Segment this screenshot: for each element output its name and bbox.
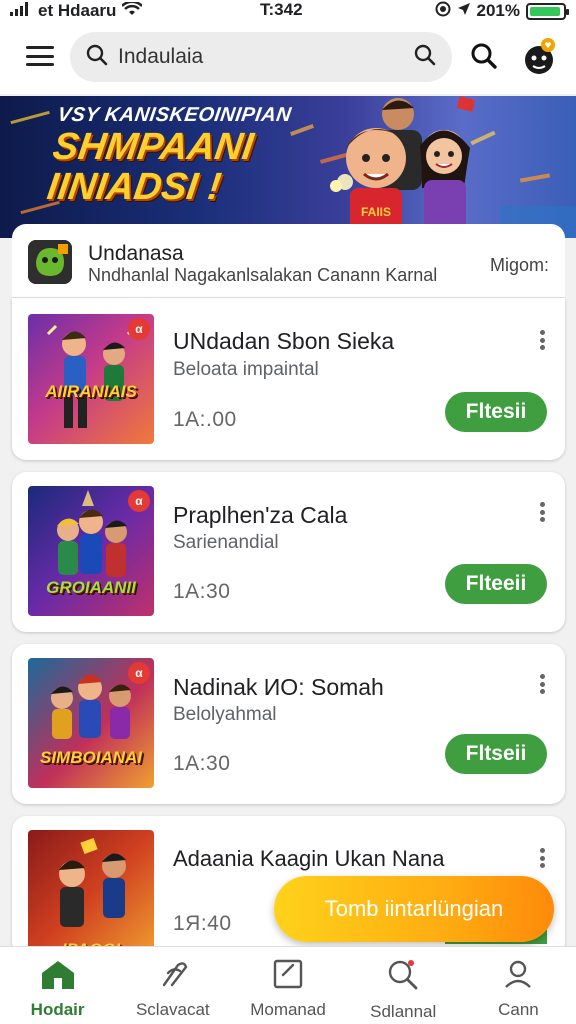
game-time: 1Я:40 (173, 912, 232, 935)
game-thumbnail[interactable]: α SIMBOIANAI (28, 658, 154, 788)
battery-percent: 201% (476, 1, 520, 20)
nav-item-notes[interactable]: Momanad (230, 947, 345, 1024)
game-title[interactable]: Adaania Kaagin Ukan Nana (173, 846, 445, 872)
search-input[interactable] (108, 45, 414, 69)
banner-subtitle: VSY KANISKEOINIPIAN (56, 104, 293, 126)
game-thumbnail[interactable]: α GROIAANII (28, 486, 154, 616)
profile-icon[interactable]: ♥ (522, 36, 556, 76)
list-header-title: Undanasa (88, 242, 184, 265)
banner-title-line2: IINIADSI ! (44, 166, 224, 208)
note-icon (273, 959, 303, 994)
game-badge: α (128, 318, 150, 340)
nav-item-home[interactable]: Hodair (0, 947, 115, 1024)
nav-label: Sclavacat (135, 1000, 210, 1019)
bottom-navigation: Hodair Sclavacat Momanad Sdlannal Cann (0, 946, 576, 1024)
nav-label: Momanad (250, 1000, 326, 1019)
game-list-header: Undanasa Nndhanlal Nagakanlsalakan Canan… (12, 224, 565, 298)
banner-characters-illustration: FAIIS (330, 96, 476, 238)
game-subtitle: Sarienandial (173, 532, 279, 553)
more-options-icon[interactable] (539, 330, 545, 350)
game-badge: α (128, 490, 150, 512)
status-bar: et Hdaaru T:342 201% (0, 0, 576, 22)
game-thumbnail-text: AIIRANIAIS (45, 382, 137, 401)
game-card[interactable]: α AIIRANIAIS UNdadan Sbon Sieka Beloata … (12, 298, 565, 460)
more-options-icon[interactable] (539, 848, 545, 868)
explore-icon (158, 959, 188, 994)
battery-icon (526, 2, 569, 20)
promo-banner[interactable]: VSY KANISKEOINIPIAN SHMPAANI IINIADSI ! … (0, 96, 576, 238)
game-card[interactable]: α SIMBOIANAI Nadinak ИО: Somah Belolyahm… (12, 644, 565, 804)
game-badge: α (128, 662, 150, 684)
app-logo-icon (28, 240, 72, 284)
game-action-button[interactable]: Fltseii (445, 734, 547, 774)
nav-label: Cann (498, 1000, 539, 1019)
location-icon (457, 1, 471, 21)
game-card[interactable]: α GROIAANII Praplhen'za Cala Sarienandia… (12, 472, 565, 632)
svg-text:♥: ♥ (544, 41, 551, 50)
list-header-meta[interactable]: Migom: (490, 255, 549, 276)
floating-action-button[interactable]: Tomb iintarlüngian (274, 876, 554, 942)
nav-label: Hodair (30, 1000, 85, 1019)
more-options-icon[interactable] (539, 502, 545, 522)
nav-item-search[interactable]: Sdlannal (346, 947, 461, 1024)
search-submit-icon[interactable] (414, 44, 436, 71)
search-icon[interactable] (470, 42, 498, 75)
search-bar[interactable] (70, 32, 452, 82)
person-icon (503, 959, 533, 994)
nav-item-explore[interactable]: Sclavacat (115, 947, 230, 1024)
status-bar-left: et Hdaaru (10, 0, 144, 21)
game-action-button[interactable]: Flteeii (445, 564, 547, 604)
game-title[interactable]: Praplhen'za Cala (173, 502, 347, 529)
carrier-label: et Hdaaru (38, 1, 117, 20)
game-time: 1A:30 (173, 580, 231, 603)
game-thumbnail-text: GROIAANII (46, 578, 136, 597)
game-thumbnail-text: SIMBOIANAI (40, 748, 142, 767)
home-icon (40, 959, 76, 994)
battery-level (530, 6, 561, 16)
banner-jersey-text: FAIIS (361, 205, 391, 219)
nav-label: Sdlannal (370, 1002, 437, 1021)
game-title[interactable]: Nadinak ИО: Somah (173, 674, 384, 701)
game-title[interactable]: UNdadan Sbon Sieka (173, 328, 394, 355)
game-time: 1A:.00 (173, 408, 237, 431)
more-options-icon[interactable] (539, 674, 545, 694)
signal-icon (10, 1, 32, 21)
list-header-subtitle: Nndhanlal Nagakanlsalakan Canann Karnal (88, 265, 438, 285)
status-time: T:342 (260, 0, 303, 19)
focus-icon (435, 1, 451, 22)
game-action-button[interactable]: Fltesii (445, 392, 547, 432)
game-subtitle: Belolyahmal (173, 704, 277, 725)
hamburger-icon[interactable] (26, 46, 54, 66)
status-bar-right: 201% (435, 1, 569, 22)
game-thumbnail[interactable]: α AIIRANIAIS (28, 314, 154, 444)
banner-title-line1: SHMPAANI (50, 126, 257, 168)
game-thumbnail[interactable]: IPAGGI (28, 830, 154, 960)
banner-text: VSY KANISKEOINIPIAN SHMPAANI IINIADSI ! (44, 104, 293, 208)
nav-item-profile[interactable]: Cann (461, 947, 576, 1024)
game-time: 1A:30 (173, 752, 231, 775)
game-subtitle: Beloata impaintal (173, 359, 319, 380)
search-icon (86, 44, 108, 71)
top-app-bar: ♥ (0, 22, 576, 94)
wifi-icon (121, 0, 144, 21)
search-icon (387, 959, 419, 996)
